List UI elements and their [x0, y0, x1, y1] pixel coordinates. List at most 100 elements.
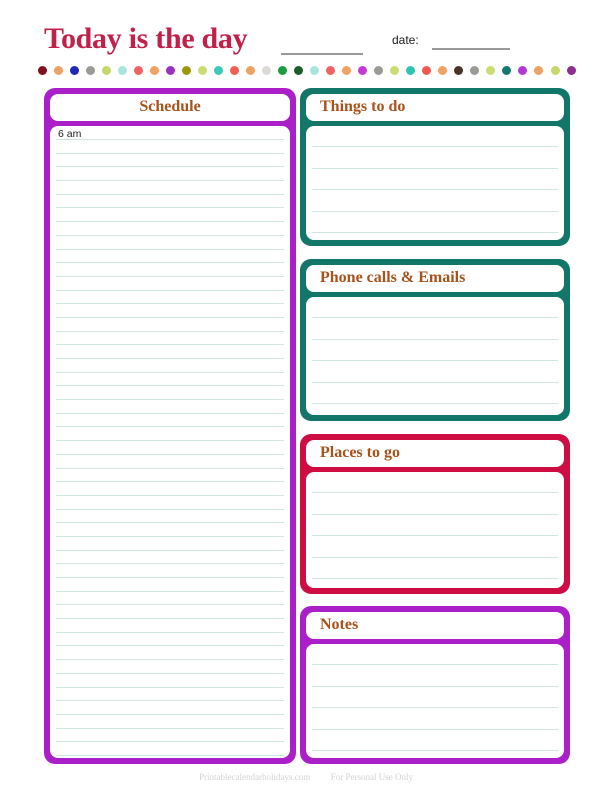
ruled-line	[56, 139, 284, 140]
ruled-line	[56, 577, 284, 578]
decorative-dot	[518, 65, 528, 75]
notes-ruled-lines	[312, 644, 558, 758]
decorative-dot	[262, 65, 272, 75]
ruled-line	[312, 146, 558, 147]
panel-schedule: Schedule 6 am	[44, 88, 296, 764]
decorative-dot	[38, 65, 47, 75]
places-to-go-ruled-lines	[312, 472, 558, 588]
panel-phone-calls-emails-title: Phone calls & Emails	[320, 269, 466, 286]
ruled-line	[56, 522, 284, 524]
decorative-dot	[358, 65, 368, 75]
panel-places-to-go-title: Places to go	[320, 444, 400, 461]
ruled-line	[56, 166, 284, 168]
ruled-line	[56, 535, 284, 537]
left-column: Schedule 6 am	[44, 88, 296, 764]
ruled-line	[56, 604, 284, 606]
panel-notes-title: Notes	[320, 616, 359, 633]
ruled-line	[56, 686, 284, 688]
decorative-dot	[486, 65, 496, 75]
decorative-dot-row	[38, 64, 576, 76]
decorative-dot	[454, 65, 464, 75]
right-column: Things to do Phone calls & Emails Places…	[300, 88, 570, 764]
ruled-line	[312, 492, 558, 493]
ruled-line	[56, 645, 284, 647]
ruled-line	[56, 207, 284, 209]
ruled-line	[56, 193, 284, 195]
ruled-line	[312, 750, 558, 751]
ruled-line	[312, 381, 558, 383]
panel-phone-calls-emails: Phone calls & Emails	[300, 259, 570, 421]
ruled-line	[56, 316, 284, 318]
ruled-line	[312, 338, 558, 340]
panel-phone-calls-emails-body[interactable]	[306, 297, 564, 415]
ruled-line	[312, 232, 558, 233]
decorative-dot	[406, 65, 416, 75]
decorative-dot	[102, 65, 112, 75]
ruled-line	[56, 426, 284, 428]
panel-notes: Notes	[300, 606, 570, 764]
footer-site: Printablecalendarholidays.com	[199, 772, 311, 782]
decorative-dot	[182, 65, 192, 75]
ruled-line	[312, 189, 558, 190]
ruled-line	[56, 727, 284, 729]
decorative-dot	[246, 65, 256, 75]
schedule-first-time-label: 6 am	[58, 128, 82, 140]
ruled-line	[56, 289, 284, 291]
ruled-line	[56, 754, 284, 756]
ruled-line	[56, 713, 284, 715]
ruled-line	[312, 210, 558, 212]
page-title: Today is the day	[44, 22, 248, 55]
panel-things-to-do-title-box: Things to do	[306, 94, 564, 121]
ruled-line	[56, 494, 284, 496]
things-to-do-ruled-lines	[312, 126, 558, 240]
ruled-line	[312, 167, 558, 169]
ruled-line	[56, 481, 284, 483]
ruled-line	[312, 556, 558, 558]
footer: Printablecalendarholidays.com For Person…	[0, 772, 612, 782]
ruled-line	[56, 234, 284, 236]
decorative-dot	[342, 65, 352, 75]
decorative-dot	[374, 65, 384, 75]
panel-places-to-go: Places to go	[300, 434, 570, 594]
panel-things-to-do-body[interactable]	[306, 126, 564, 240]
ruled-line	[56, 371, 284, 373]
ruled-line	[312, 535, 558, 536]
schedule-ruled-lines	[56, 126, 284, 758]
panel-places-to-go-title-box: Places to go	[306, 440, 564, 467]
decorative-dot	[470, 65, 480, 75]
ruled-line	[312, 513, 558, 515]
ruled-line	[56, 152, 284, 154]
ruled-line	[56, 590, 284, 592]
ruled-line	[312, 360, 558, 361]
ruled-line	[56, 631, 284, 633]
panel-places-to-go-body[interactable]	[306, 472, 564, 588]
decorative-dot	[214, 65, 224, 75]
decorative-dot	[86, 65, 96, 75]
ruled-line	[56, 618, 284, 620]
panel-schedule-title-box: Schedule	[50, 94, 290, 121]
decorative-dot	[550, 65, 560, 75]
ruled-line	[312, 578, 558, 579]
decorative-dot	[134, 65, 144, 75]
ruled-line	[312, 707, 558, 708]
date-blank-line[interactable]	[432, 48, 510, 50]
title-blank-line[interactable]	[281, 53, 363, 55]
date-label: date:	[392, 33, 419, 47]
panel-things-to-do-title: Things to do	[320, 98, 406, 115]
decorative-dot	[70, 65, 80, 75]
ruled-line	[56, 180, 284, 182]
decorative-dot	[422, 65, 432, 75]
panel-schedule-body[interactable]: 6 am	[50, 126, 290, 758]
decorative-dot	[534, 65, 544, 75]
panel-phone-calls-emails-title-box: Phone calls & Emails	[306, 265, 564, 292]
ruled-line	[56, 385, 284, 387]
ruled-line	[56, 303, 284, 305]
ruled-line	[56, 672, 284, 674]
decorative-dot	[566, 65, 576, 75]
ruled-line	[56, 344, 284, 346]
panel-notes-body[interactable]	[306, 644, 564, 758]
ruled-line	[56, 508, 284, 510]
ruled-line	[56, 330, 284, 332]
ruled-line	[56, 700, 284, 702]
decorative-dot	[326, 65, 336, 75]
